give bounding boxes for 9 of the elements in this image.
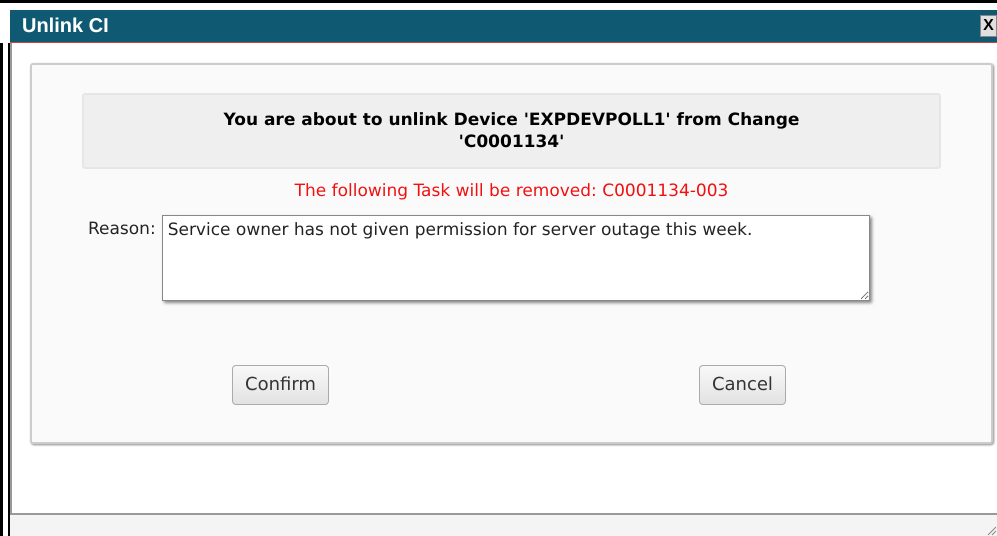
window-title: Unlink CI: [22, 14, 109, 39]
resize-grip-icon: [987, 526, 997, 536]
cancel-button[interactable]: Cancel: [698, 364, 786, 404]
reason-label: Reason:: [88, 218, 156, 240]
warning-text: The following Task will be removed: C0001134-003: [294, 180, 728, 203]
reason-field[interactable]: Service owner has not given permission for server outage this week.: [162, 214, 870, 300]
close-button[interactable]: X: [980, 15, 997, 37]
confirm-button[interactable]: Confirm: [232, 364, 329, 404]
heading-text: You are about to unlink Device 'EXPDEVPOLL1' from Change 'C0001134': [222, 109, 800, 153]
